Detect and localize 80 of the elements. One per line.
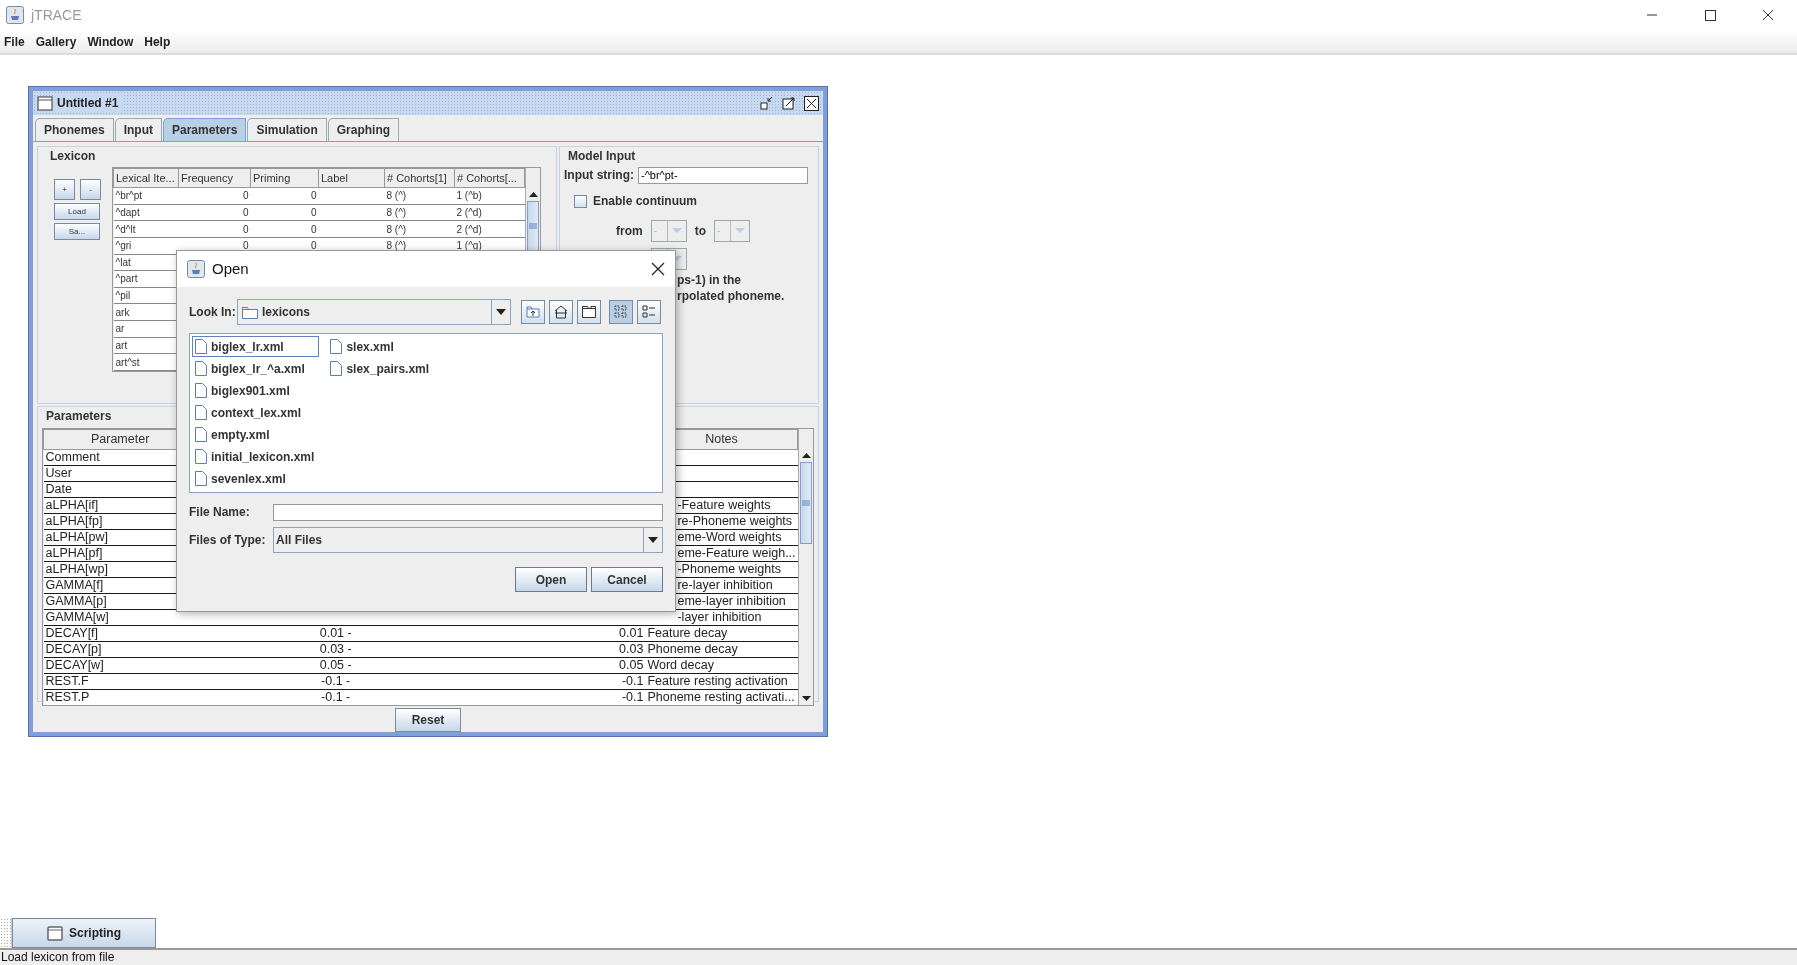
tab[interactable]: Input [114,118,162,141]
checkbox-label: Enable continuum [593,193,697,210]
close-icon[interactable] [651,262,665,276]
note-text: rpolated phoneme. [677,288,786,304]
file-icon [330,339,343,354]
list-view-icon [613,304,629,320]
reset-button[interactable]: Reset [395,708,461,732]
grip-icon [802,500,811,506]
scrollbar[interactable] [798,429,813,705]
dropdown-icon [648,537,658,543]
field-label: Input string: [564,167,634,184]
file-icon [195,339,207,354]
home-icon [553,304,569,320]
dropdown-icon [671,228,682,233]
tab[interactable]: Phonemes [35,118,114,141]
dropdown-icon [496,309,506,315]
document-entry[interactable]: context_lex.xml [192,402,320,423]
toolbar-button[interactable] [549,300,573,324]
document-entry[interactable]: slex_pairs.xml [327,358,435,379]
column-header[interactable]: Priming [250,168,319,188]
file-icon [195,405,207,420]
menu-item[interactable]: Window [83,32,141,51]
document-entry[interactable]: biglex_lr.xml [192,336,320,357]
new-folder-icon [581,304,597,320]
file-icon [195,471,207,486]
maximize-icon[interactable] [782,96,796,110]
minimize-icon[interactable] [760,96,774,110]
field-label: to [694,223,706,240]
file-icon [195,361,207,376]
app-icon [6,6,24,24]
small-button[interactable]: + [54,179,75,200]
grip-handle[interactable] [0,918,12,948]
field-label: Look In: [189,304,237,321]
file-icon [330,361,343,376]
tab[interactable]: Simulation [247,118,327,141]
file-name-field[interactable] [273,503,663,521]
menu-item[interactable]: Gallery [31,32,84,51]
dialog-title: Open [212,258,249,279]
details-view-icon [641,304,657,320]
document-entry[interactable]: biglex_lr_^a.xml [192,358,320,379]
tab[interactable]: Graphing [327,118,400,141]
column-header[interactable]: Frequency [178,168,251,188]
document-entry[interactable]: biglex901.xml [192,380,320,401]
file-type-combo[interactable]: All Files [273,527,663,553]
file-icon [195,383,207,398]
small-button[interactable]: - [80,179,101,200]
column-header[interactable]: # Cohorts[... [454,168,525,188]
window-icon [37,95,53,111]
folder-icon [242,305,258,319]
toolbar-button[interactable] [577,300,601,324]
checkbox[interactable] [574,194,587,208]
file-icon [195,427,207,442]
window-icon [47,925,63,941]
open-button[interactable]: Open [515,567,587,592]
grip-icon [529,223,537,229]
button[interactable]: Load [54,203,100,220]
status-bar: Load lexicon from file [0,948,1797,965]
tab[interactable]: Parameters [163,118,247,141]
scroll-thumb[interactable] [800,462,813,544]
up-folder-icon [525,304,541,320]
scroll-thumb[interactable] [527,201,539,251]
look-in-combo[interactable]: lexicons [237,299,511,325]
column-header[interactable]: Label [318,168,385,188]
window-title: jTRACE [31,5,82,25]
frame-title: Untitled #1 [53,94,123,112]
field-label: from [616,223,643,240]
input-string-field[interactable]: -^br^pt- [638,166,808,184]
app-icon [187,260,205,278]
menu-item[interactable]: Help [140,32,178,51]
document-entry[interactable]: slex.xml [327,336,435,357]
column-header[interactable]: # Cohorts[1] [384,168,455,188]
note-text: ps-1) in the [677,272,742,288]
menu-item[interactable]: File [0,32,32,51]
button[interactable]: Sa... [54,223,100,240]
file-icon [195,449,207,464]
taskbar-button[interactable]: Scripting [12,918,156,948]
cancel-button[interactable]: Cancel [591,567,663,592]
dropdown-icon [735,228,745,233]
close-icon[interactable] [804,95,819,111]
column-header[interactable]: Lexical Ite... [113,168,179,188]
